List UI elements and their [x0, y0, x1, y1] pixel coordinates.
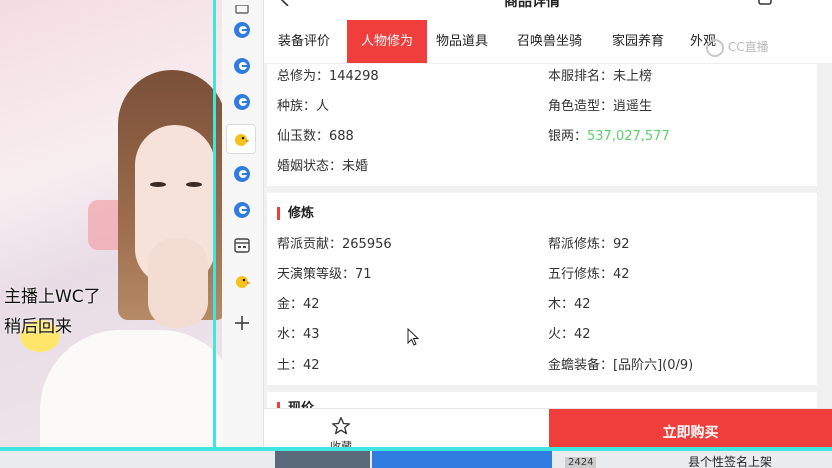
sidebar-item-top[interactable]: [232, 0, 252, 20]
sidebar-item-calendar[interactable]: [232, 235, 252, 255]
overlay-text-line2: 稍后回来: [4, 317, 72, 337]
info-row: 木：42: [548, 297, 591, 312]
app-header: 商品详情: [264, 0, 832, 20]
sidebar-item-edge-5[interactable]: [232, 200, 252, 220]
info-row: 种族：人: [277, 99, 330, 114]
eye: [186, 182, 202, 187]
sidebar-item-edge-1[interactable]: [232, 20, 252, 40]
tab-character[interactable]: 人物修为: [347, 20, 427, 63]
info-row: 角色造型：逍遥生: [548, 99, 653, 114]
info-row: 金蟾装备：[品阶六](0/9): [548, 358, 694, 373]
taskbar-text: 2424: [565, 457, 597, 468]
overlay-border-vertical: [213, 0, 216, 451]
browser-e-icon: [234, 166, 250, 182]
sidebar-item-edge-2[interactable]: [232, 56, 252, 76]
overlay-text-line1: 主播上WC了: [4, 287, 101, 307]
calendar-icon: [234, 238, 250, 253]
browser-e-icon: [234, 58, 250, 74]
character-info-card: 总修为：144298 本服排名：未上榜 种族：人 角色造型：逍遥生 仙玉数：68…: [267, 64, 817, 186]
star-icon: [332, 417, 350, 435]
silver-value: 537,027,577: [587, 129, 670, 144]
tab-items[interactable]: 物品道具: [428, 20, 496, 63]
page-title: 商品详情: [504, 0, 560, 10]
info-row: 帮派贡献：265956: [277, 237, 392, 252]
sidebar-item-game[interactable]: [226, 124, 256, 154]
hand: [148, 238, 208, 328]
taskbar-block: [372, 451, 552, 468]
plus-icon: [235, 316, 249, 330]
taskbar-text: 县个性签名上架: [688, 455, 773, 468]
cultivation-card: 修炼 帮派贡献：265956 帮派修炼：92 天演策等级：71 五行修炼：42 …: [267, 193, 817, 385]
info-row: 五行修炼：42: [548, 267, 630, 282]
bottom-action-bar: 收藏 立即购买: [264, 408, 832, 453]
info-row: 银两：537,027,577: [548, 129, 670, 144]
browser-e-icon: [234, 202, 250, 218]
taskbar-block: [275, 451, 370, 468]
tab-home[interactable]: 家园养育: [604, 20, 672, 63]
tab-equipment[interactable]: 装备评价: [270, 20, 338, 63]
info-row: 水：43: [277, 327, 320, 342]
info-row: 帮派修炼：92: [548, 237, 630, 252]
cc-logo-icon: [706, 38, 724, 57]
info-row: 金：42: [277, 297, 320, 312]
info-row: 婚姻状态：未婚: [277, 159, 369, 174]
browser-sidebar: [222, 0, 264, 468]
share-icon[interactable]: [758, 0, 772, 6]
buy-now-button[interactable]: 立即购买: [549, 409, 832, 449]
watermark: CC直播: [706, 38, 769, 57]
back-arrow-icon[interactable]: [280, 0, 290, 6]
mouse-cursor-icon: [407, 328, 419, 346]
info-row: 总修为：144298: [277, 69, 379, 84]
info-row: 火：42: [548, 327, 591, 342]
sidebar-item-game-2[interactable]: [232, 271, 252, 291]
next-section-card: 现价: [267, 392, 817, 408]
browser-e-icon: [234, 22, 250, 38]
tab-summon[interactable]: 召唤兽坐骑: [509, 20, 590, 63]
stream-video: 主播上WC了 稍后回来: [0, 0, 222, 468]
sidebar-add-button[interactable]: [232, 313, 252, 333]
info-row: 土：42: [277, 358, 320, 373]
sidebar-item-edge-4[interactable]: [232, 164, 252, 184]
duck-game-icon: [236, 276, 251, 288]
section-title: 修炼: [277, 207, 314, 220]
favorite-button[interactable]: 收藏: [324, 409, 358, 453]
square-icon: [235, 5, 249, 14]
info-row: 仙玉数：688: [277, 129, 354, 144]
eye: [150, 182, 166, 187]
info-row: 本服排名：未上榜: [548, 69, 653, 84]
duck-game-icon: [235, 134, 250, 146]
taskbar-strip: 2424 县个性签名上架: [0, 451, 832, 468]
sidebar-item-edge-3[interactable]: [232, 92, 252, 112]
browser-e-icon: [234, 94, 250, 110]
info-row: 天演策等级：71: [277, 267, 372, 282]
